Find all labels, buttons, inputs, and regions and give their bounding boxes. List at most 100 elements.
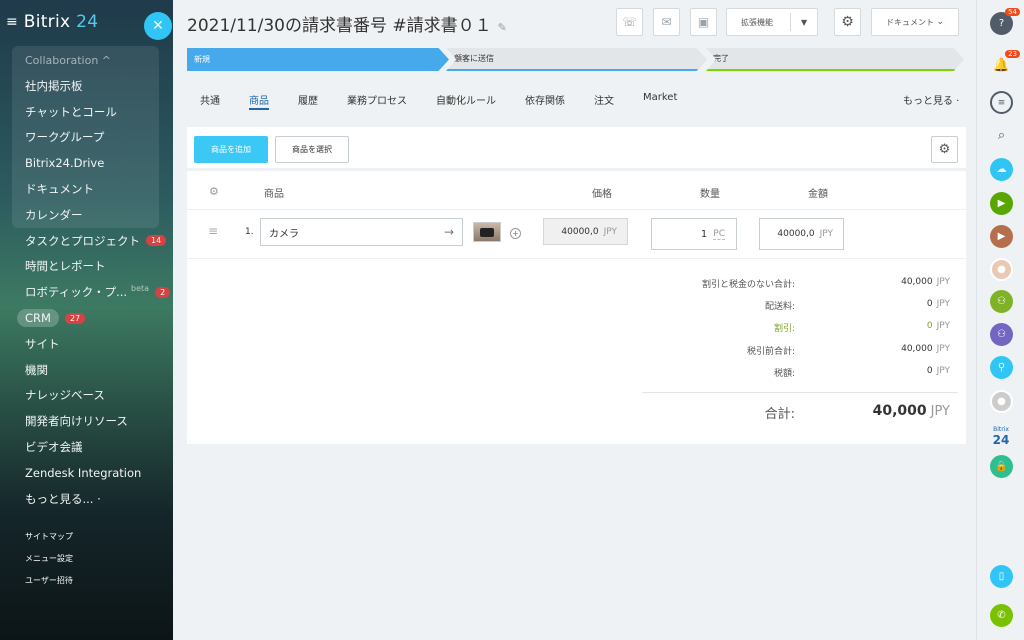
phone-call-button[interactable]: ✆ [990, 604, 1013, 627]
more-tabs-button[interactable]: もっと見る · [903, 92, 959, 107]
list-icon: ≡ [997, 97, 1006, 108]
column-header-quantity: 数量 [700, 189, 720, 200]
chat-button[interactable]: ▣ [690, 8, 717, 36]
arrow-right-icon[interactable]: → [444, 225, 454, 239]
price-value: 40000,0 [561, 226, 599, 237]
stage-new[interactable]: 新規 [187, 48, 449, 71]
tab-item[interactable]: Market [643, 92, 677, 110]
right-sidebar: ? 54 🔔 23 ≡ ⌕ ☁ ▶ ▶ ● ⚇ ⚇ ⚲ ● Bitrix 24 🔒 ▯… [976, 0, 1024, 640]
sidebar-item-label: ワークグループ [25, 130, 105, 145]
phone-icon: ☏ [621, 15, 637, 29]
settings-button[interactable]: ⚙ [834, 8, 861, 36]
amount-field[interactable]: 40000,0 JPY [759, 218, 844, 250]
extensions-button[interactable]: 拡張機能 ▼ [726, 8, 818, 36]
video-call-button[interactable]: ▶ [990, 225, 1013, 248]
sidebar-item[interactable]: 社内掲示板 [0, 73, 173, 99]
tab-item[interactable]: 業務プロセス [347, 92, 407, 110]
sidebar-item[interactable]: ワークグループ [0, 125, 173, 151]
messages-button[interactable]: ≡ [990, 91, 1013, 114]
sidebar-item[interactable]: ビデオ会議 [0, 434, 173, 460]
pretax-value: 40,000 JPY [901, 344, 950, 354]
drag-handle-icon[interactable]: ≡ [208, 224, 218, 238]
add-product-button[interactable]: 商品を追加 [194, 136, 268, 163]
tab-item[interactable]: 履歴 [298, 92, 318, 110]
tab-item[interactable]: 依存関係 [525, 92, 565, 110]
pencil-icon[interactable]: ✎ [498, 21, 507, 34]
close-icon: ✕ [152, 18, 164, 34]
video-chat-button[interactable]: ▶ [990, 192, 1013, 215]
group-icon: ⚇ [997, 296, 1006, 307]
sidebar-item[interactable]: 機関 [0, 357, 173, 383]
select-product-button[interactable]: 商品を選択 [275, 136, 349, 163]
email-button[interactable]: ✉ [653, 8, 680, 36]
menu-settings-link[interactable]: メニュー設定 [25, 552, 73, 574]
cloud-icon: ☁ [996, 164, 1007, 175]
sidebar-item-label: Bitrix24.Drive [25, 156, 105, 171]
mobile-app-button[interactable]: ▯ [990, 565, 1013, 588]
open-lines-button[interactable]: ☁ [990, 158, 1013, 181]
stage-completed[interactable]: 完了 [706, 48, 964, 71]
sidebar-item[interactable]: ドキュメント [0, 176, 173, 202]
sidebar-item[interactable]: Bitrix24.Drive [0, 150, 173, 176]
bitrix24-button[interactable]: Bitrix 24 [988, 423, 1014, 447]
close-slider-button[interactable]: ✕ [144, 12, 172, 40]
sidebar-item[interactable]: ナレッジベース [0, 383, 173, 409]
discount-value: 0 JPY [926, 321, 950, 331]
product-settings-button[interactable]: ⚙ [931, 136, 958, 163]
sidebar-item[interactable]: 開発者向けリソース [0, 408, 173, 434]
unit-selector[interactable]: PC [713, 229, 725, 240]
sidebar-item-label: 機関 [25, 362, 48, 377]
bell-icon: 🔔 [993, 58, 1010, 73]
grand-total-label: 合計: [764, 407, 795, 422]
column-settings-icon[interactable]: ⚙ [209, 185, 219, 198]
tab-item[interactable]: 自動化ルール [436, 92, 496, 110]
avatar-icon: ● [997, 264, 1006, 275]
price-field[interactable]: 40000,0 JPY [543, 218, 628, 245]
product-name-input[interactable]: カメラ → [260, 218, 463, 246]
contact-button[interactable]: ⚲ [990, 356, 1013, 379]
notifications-button[interactable]: 🔔 23 [990, 50, 1020, 77]
sitemap-link[interactable]: サイトマップ [25, 530, 73, 552]
sidebar-item-label: ロボティック・プ... [25, 285, 128, 300]
phone-icon: ✆ [997, 610, 1006, 621]
discount-label: 割引: [773, 324, 795, 334]
search-button[interactable]: ⌕ [990, 124, 1013, 147]
beta-tag: beta [131, 283, 150, 293]
sidebar-item[interactable]: CRM 27 [0, 305, 173, 331]
call-button[interactable]: ☏ [616, 8, 643, 36]
left-sidebar: ≡ Bitrix 24 Collaboration ^ 社内掲示板 チャットとコー… [0, 0, 173, 640]
collaboration-title[interactable]: Collaboration ^ [25, 54, 111, 67]
sidebar-item[interactable]: タスクとプロジェクト 14 [0, 228, 173, 254]
tab-item[interactable]: 共通 [200, 92, 220, 110]
lock-button[interactable]: 🔒 [990, 455, 1013, 478]
tab-item[interactable]: 商品 [249, 92, 269, 110]
sidebar-item[interactable]: ロボティック・プ... beta 2 [0, 279, 173, 305]
help-button[interactable]: ? 54 [990, 8, 1020, 35]
chevron-down-icon[interactable]: ▼ [801, 18, 807, 27]
documents-button[interactable]: ドキュメント ⌄ [871, 8, 959, 36]
sidebar-item-label: タスクとプロジェクト [25, 233, 140, 248]
count-badge: 2 [155, 286, 171, 298]
group-chat-button[interactable]: ⚇ [990, 290, 1013, 313]
amount-currency: JPY [819, 229, 833, 239]
sidebar-item[interactable]: サイト [0, 331, 173, 357]
group-icon: ⚇ [997, 329, 1006, 340]
user-avatar[interactable]: ● [990, 258, 1013, 281]
sidebar-item[interactable]: 時間とレポート [0, 254, 173, 280]
add-image-icon[interactable]: + [510, 228, 521, 239]
pretax-label: 税引前合計: [746, 347, 795, 357]
user-avatar-group[interactable]: ● [990, 390, 1013, 413]
invite-users-link[interactable]: ユーザー招待 [25, 574, 73, 596]
hamburger-icon[interactable]: ≡ [6, 14, 18, 30]
sidebar-item[interactable]: チャットとコール [0, 99, 173, 125]
sidebar-item[interactable]: カレンダー [0, 202, 173, 228]
sidebar-item-label: もっと見る... · [25, 491, 101, 506]
quantity-field[interactable]: 1 PC [651, 218, 737, 250]
sidebar-item[interactable]: もっと見る... · [0, 486, 173, 512]
team-chat-button[interactable]: ⚇ [990, 323, 1013, 346]
tab-item[interactable]: 注文 [594, 92, 614, 110]
stage-sent-to-customer[interactable]: 顧客に送信 [446, 48, 707, 71]
sidebar-item[interactable]: Zendesk Integration [0, 460, 173, 486]
logo[interactable]: ≡ Bitrix 24 [6, 12, 98, 32]
product-image[interactable] [473, 222, 501, 242]
